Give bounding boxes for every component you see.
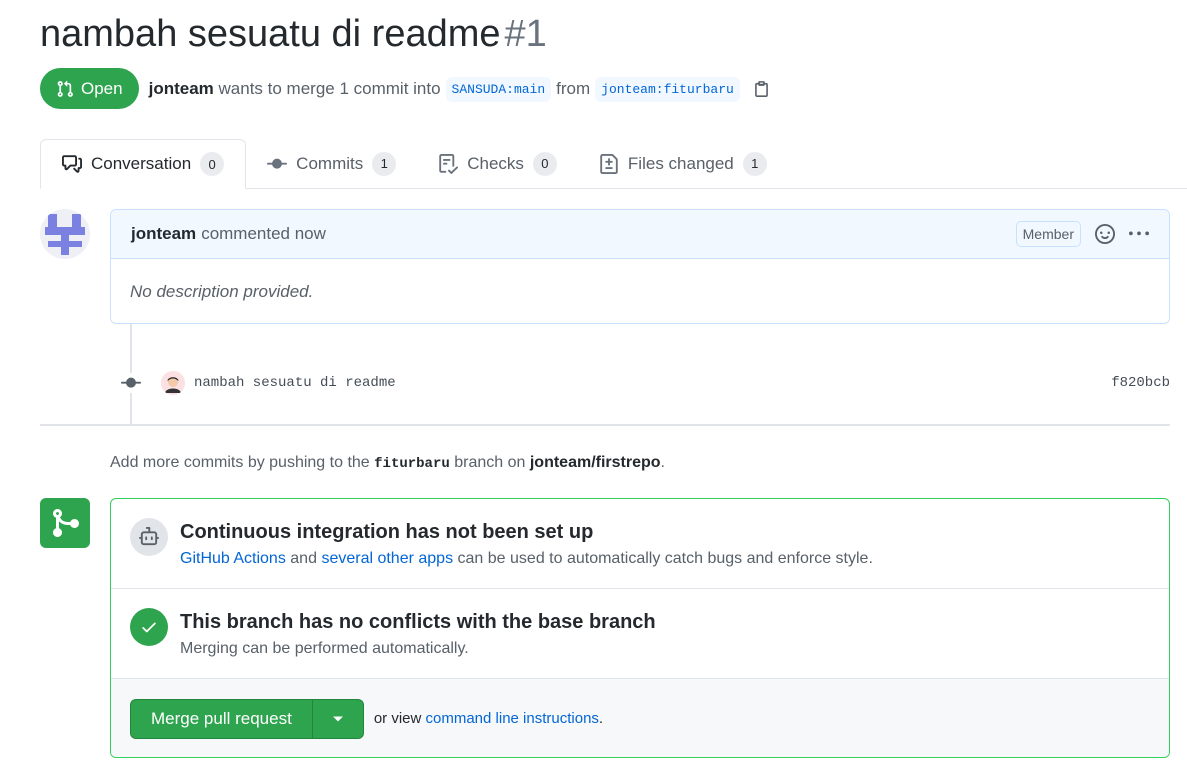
merge-box: Continuous integration has not been set … bbox=[110, 498, 1170, 758]
ci-and: and bbox=[290, 550, 317, 567]
tab-label: Files changed bbox=[627, 153, 734, 173]
or-view-suffix: . bbox=[598, 710, 604, 727]
git-commit-icon bbox=[267, 158, 288, 169]
tab-label: Conversation bbox=[91, 154, 192, 173]
tab-counter: 1 bbox=[742, 151, 767, 176]
ci-title: Continuous integration has not been set … bbox=[180, 521, 594, 543]
tab-counter: 0 bbox=[532, 151, 557, 176]
checklist-icon bbox=[439, 153, 459, 174]
github-actions-link[interactable]: GitHub Actions bbox=[180, 550, 286, 567]
push-hint: Add more commits by pushing to the fitur… bbox=[110, 454, 665, 472]
push-hint-repo[interactable]: jonteam/firstrepo bbox=[530, 454, 661, 471]
comment-author-avatar[interactable] bbox=[40, 209, 90, 259]
conflicts-title: This branch has no conflicts with the ba… bbox=[180, 611, 656, 633]
pr-title-text: nambah sesuatu di readme bbox=[40, 13, 501, 55]
other-apps-link[interactable]: several other apps bbox=[321, 550, 453, 567]
merge-text: wants to merge 1 commit into bbox=[218, 78, 441, 98]
comment-author[interactable]: jonteam bbox=[131, 224, 196, 244]
tab-commits[interactable]: Commits 1 bbox=[246, 139, 417, 188]
ci-rest: can be used to automatically catch bugs … bbox=[457, 550, 873, 567]
merge-summary: jonteam wants to merge 1 commit into bbox=[149, 79, 441, 99]
timeline-divider bbox=[40, 424, 1170, 426]
comment-time[interactable]: commented now bbox=[201, 224, 326, 244]
merge-pull-request-button[interactable]: Merge pull request bbox=[131, 699, 313, 738]
caret-down-icon bbox=[332, 716, 343, 721]
or-view-text: or view bbox=[373, 710, 422, 727]
push-hint-suffix: . bbox=[660, 454, 665, 471]
pr-tabs: Conversation 0 Commits 1 Checks 0 Files … bbox=[40, 139, 1187, 189]
tab-label: Commits bbox=[296, 153, 364, 173]
merge-actions: Merge pull request or view command line … bbox=[111, 679, 1169, 757]
pr-meta: Open jonteam wants to merge 1 commit int… bbox=[40, 68, 770, 109]
tab-checks[interactable]: Checks 0 bbox=[417, 139, 578, 188]
ci-section: Continuous integration has not been set … bbox=[111, 499, 1169, 589]
tab-conversation[interactable]: Conversation 0 bbox=[40, 139, 247, 189]
conflicts-section: This branch has no conflicts with the ba… bbox=[111, 589, 1169, 679]
pr-title: nambah sesuatu di readme #1 bbox=[40, 13, 547, 56]
base-branch[interactable]: SANSUDA:main bbox=[445, 77, 552, 102]
pr-author-link[interactable]: jonteam bbox=[149, 79, 214, 98]
push-hint-middle: branch on bbox=[454, 454, 526, 471]
smiley-icon[interactable] bbox=[1095, 224, 1115, 244]
pr-number: #1 bbox=[504, 13, 547, 55]
conflicts-subtitle: Merging can be performed automatically. bbox=[180, 640, 469, 657]
ci-description: GitHub Actions and several other apps ca… bbox=[180, 550, 873, 568]
push-hint-prefix: Add more commits by pushing to the bbox=[110, 454, 370, 471]
tab-counter: 1 bbox=[372, 151, 397, 176]
command-line-hint: or view command line instructions. bbox=[374, 710, 603, 727]
command-line-instructions-link[interactable]: command line instructions bbox=[426, 710, 599, 727]
commit-sha[interactable]: f820bcb bbox=[1111, 375, 1170, 391]
merge-button-group: Merge pull request bbox=[130, 698, 364, 739]
from-word: from bbox=[556, 78, 591, 98]
commit-item: nambah sesuatu di readme f820bcb bbox=[120, 370, 1170, 396]
pull-request-icon bbox=[57, 80, 73, 97]
state-badge: Open bbox=[40, 68, 139, 109]
commit-author-avatar[interactable] bbox=[161, 371, 185, 395]
git-merge-icon bbox=[40, 498, 90, 548]
robot-icon bbox=[130, 518, 168, 556]
tab-files-changed[interactable]: Files changed 1 bbox=[578, 139, 788, 188]
file-diff-icon bbox=[600, 153, 618, 174]
head-branch[interactable]: jonteam:fiturbaru bbox=[595, 77, 740, 102]
tab-counter: 0 bbox=[200, 152, 225, 176]
state-label: Open bbox=[81, 78, 123, 98]
comment-box: jonteam commented now Member No descript… bbox=[110, 209, 1170, 324]
comment-body: No description provided. bbox=[130, 282, 314, 301]
clipboard-icon[interactable] bbox=[753, 79, 770, 98]
commit-message[interactable]: nambah sesuatu di readme bbox=[194, 375, 396, 391]
check-circle-icon bbox=[130, 608, 168, 646]
push-hint-branch: fiturbaru bbox=[374, 456, 450, 472]
kebab-menu-icon[interactable] bbox=[1129, 224, 1149, 244]
git-commit-icon bbox=[120, 373, 142, 393]
tab-label: Checks bbox=[467, 153, 524, 173]
merge-options-dropdown[interactable] bbox=[313, 700, 363, 738]
member-badge: Member bbox=[1015, 221, 1081, 247]
comment-header: jonteam commented now Member bbox=[111, 210, 1169, 259]
comment-discussion-icon bbox=[62, 155, 82, 173]
